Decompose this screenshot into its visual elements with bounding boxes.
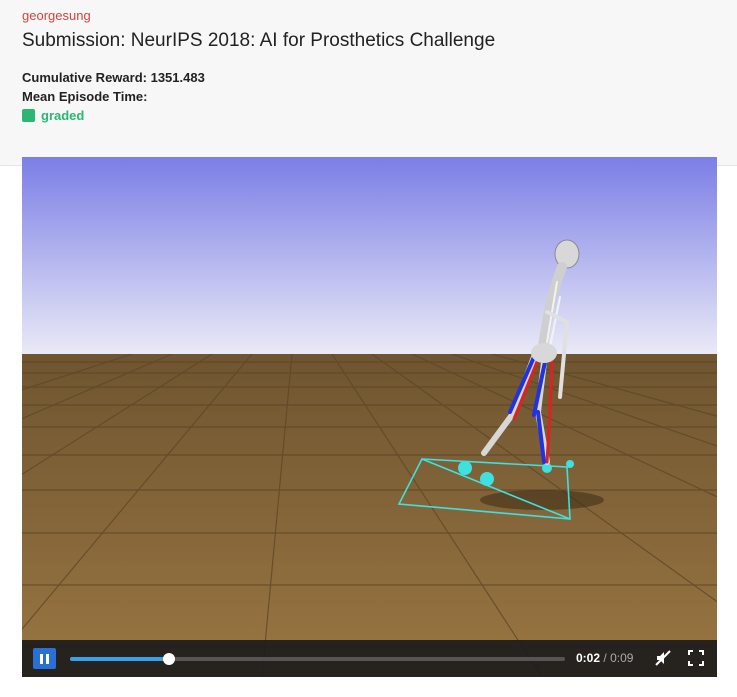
submission-header: georgesung Submission: NeurIPS 2018: AI … (0, 0, 737, 166)
cumulative-reward: Cumulative Reward: 1351.483 (22, 70, 205, 85)
video-controls: 0:02 / 0:09 (22, 640, 717, 677)
sky (22, 157, 717, 355)
mute-icon[interactable] (654, 649, 672, 667)
video-player[interactable]: 0:02 / 0:09 (22, 157, 717, 677)
pause-icon (40, 653, 43, 664)
status-label: graded (41, 108, 85, 123)
floor (22, 354, 717, 677)
mean-episode-time: Mean Episode Time: (22, 89, 148, 104)
pause-button[interactable] (33, 648, 56, 669)
status-badge: graded (22, 108, 84, 123)
time-separator: / (603, 651, 607, 665)
duration: 0:09 (610, 651, 634, 665)
status-square-icon (22, 109, 35, 122)
progress-fill (70, 657, 169, 661)
fullscreen-icon[interactable] (687, 649, 705, 667)
username-link[interactable]: georgesung (22, 8, 91, 23)
time-display: 0:02 / 0:09 (576, 651, 633, 665)
page-title: Submission: NeurIPS 2018: AI for Prosthe… (22, 30, 496, 51)
simulation-scene (22, 157, 717, 677)
progress-track[interactable] (70, 653, 565, 665)
current-time: 0:02 (576, 651, 601, 665)
progress-thumb[interactable] (163, 653, 175, 665)
